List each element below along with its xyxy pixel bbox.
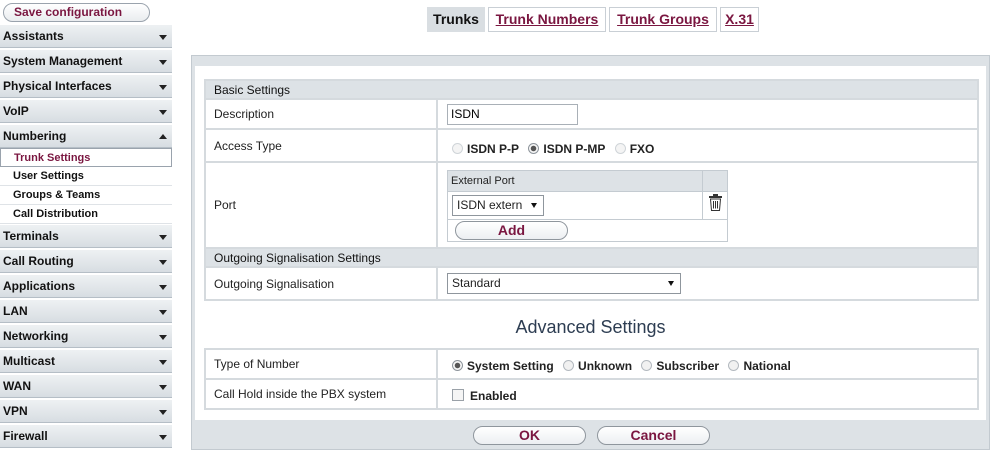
header-blank [702,169,728,192]
description-label: Description [204,98,438,130]
tab-x31[interactable]: X.31 [720,7,759,32]
cancel-button[interactable]: Cancel [597,426,710,445]
call-hold-option-label: Enabled [470,389,517,403]
outgoing-signalisation-select[interactable]: Standard [447,273,681,294]
chevron-down-icon [159,360,167,365]
menu-label: Assistants [3,29,64,43]
external-port-header: External Port [447,169,703,192]
menu-label: System Management [3,54,123,68]
chevron-down-icon [159,235,167,240]
menu-label: Call Routing [3,254,74,268]
menu-label: LAN [3,304,28,318]
trash-icon[interactable] [708,193,723,211]
advanced-settings-table: Type of Number System Setting Unknown Su… [204,348,979,410]
advanced-settings-title: Advanced Settings [515,317,666,337]
menu-applications[interactable]: Applications [0,275,172,298]
description-input[interactable] [447,103,578,125]
menu-label: Terminals [3,229,59,243]
menu-label: Firewall [3,429,48,443]
menu-call-routing[interactable]: Call Routing [0,250,172,273]
access-radio-isdn-pmp[interactable] [528,142,540,154]
settings-frame: Basic Settings Description Access Type I… [191,55,990,450]
type-option-label: System Setting [467,359,554,373]
chevron-down-icon [159,410,167,415]
menu-numbering[interactable]: Numbering [0,125,172,148]
chevron-down-icon [159,260,167,265]
tab-trunk-numbers[interactable]: Trunk Numbers [488,7,606,32]
type-option-label: Subscriber [656,359,720,373]
chevron-down-icon [159,385,167,390]
menu-label: Multicast [3,354,56,368]
access-option-label: FXO [629,141,655,156]
menu-wan[interactable]: WAN [0,375,172,398]
menu-terminals[interactable]: Terminals [0,225,172,248]
chevron-down-icon [159,335,167,340]
access-radio-fxo[interactable] [614,142,626,154]
chevron-down-icon [159,60,167,65]
type-radio-system-setting[interactable] [452,360,463,371]
menu-voip[interactable]: VoIP [0,100,172,123]
menu-lan[interactable]: LAN [0,300,172,323]
menu-networking[interactable]: Networking [0,325,172,348]
menu-system-management[interactable]: System Management [0,50,172,73]
access-radio-isdn-pp[interactable] [452,142,463,154]
chevron-down-icon [159,110,167,115]
advanced-settings-panel: Advanced Settings Type of Number System … [195,312,986,420]
access-option-label: ISDN P-P [467,141,520,156]
menu-vpn[interactable]: VPN [0,400,172,423]
chevron-down-icon [159,35,167,40]
tab-trunks[interactable]: Trunks [427,7,485,32]
sidebar-item-groups-teams[interactable]: Groups & Teams [0,186,172,205]
dropdown-arrow-icon [668,281,674,286]
add-port-button[interactable]: Add [455,220,568,240]
chevron-down-icon [159,435,167,440]
tab-trunk-groups[interactable]: Trunk Groups [609,7,717,32]
sidebar: Save configuration Assistants System Man… [0,0,172,453]
call-hold-checkbox[interactable] [452,389,464,401]
ok-button[interactable]: OK [473,426,586,445]
basic-settings-table: Basic Settings Description Access Type I… [204,79,979,301]
type-radio-national[interactable] [728,360,740,371]
menu-assistants[interactable]: Assistants [0,25,172,48]
menu-physical-interfaces[interactable]: Physical Interfaces [0,75,172,98]
call-hold-label: Call Hold inside the PBX system [204,378,438,410]
chevron-down-icon [159,285,167,290]
chevron-down-icon [159,310,167,315]
port-label: Port [204,161,438,249]
outgoing-signalisation-label: Outgoing Signalisation [204,266,438,301]
sidebar-item-call-distribution[interactable]: Call Distribution [0,205,172,224]
type-radio-unknown[interactable] [563,360,575,371]
section-title-basic: Basic Settings [204,79,979,100]
chevron-down-icon [159,85,167,90]
access-type-label: Access Type [204,128,438,163]
menu-firewall[interactable]: Firewall [0,425,172,448]
chevron-up-icon [159,134,167,139]
dropdown-arrow-icon [531,202,537,208]
type-of-number-label: Type of Number [204,348,438,380]
menu-label: WAN [3,379,31,393]
menu-label: VPN [3,404,28,418]
menu-label: Physical Interfaces [3,79,112,93]
external-port-select[interactable]: ISDN extern [452,194,544,216]
type-option-label: National [743,359,791,373]
type-option-label: Unknown [578,359,633,373]
menu-label: Applications [3,279,76,293]
menu-label: VoIP [3,104,29,118]
menu-multicast[interactable]: Multicast [0,350,172,373]
sidebar-item-trunk-settings[interactable]: Trunk Settings [0,148,172,167]
section-title-outgoing: Outgoing Signalisation Settings [204,247,979,268]
menu-label: Networking [3,329,69,343]
sidebar-item-user-settings[interactable]: User Settings [0,167,172,186]
access-option-label: ISDN P-MP [543,141,606,156]
external-port-table: External Port ISDN extern Add [447,169,728,242]
outgoing-signalisation-value: Standard [452,276,501,290]
type-radio-subscriber[interactable] [641,360,653,371]
save-configuration-button[interactable]: Save configuration [3,3,150,22]
external-port-value: ISDN extern [457,197,523,212]
menu-label: Numbering [3,129,67,143]
